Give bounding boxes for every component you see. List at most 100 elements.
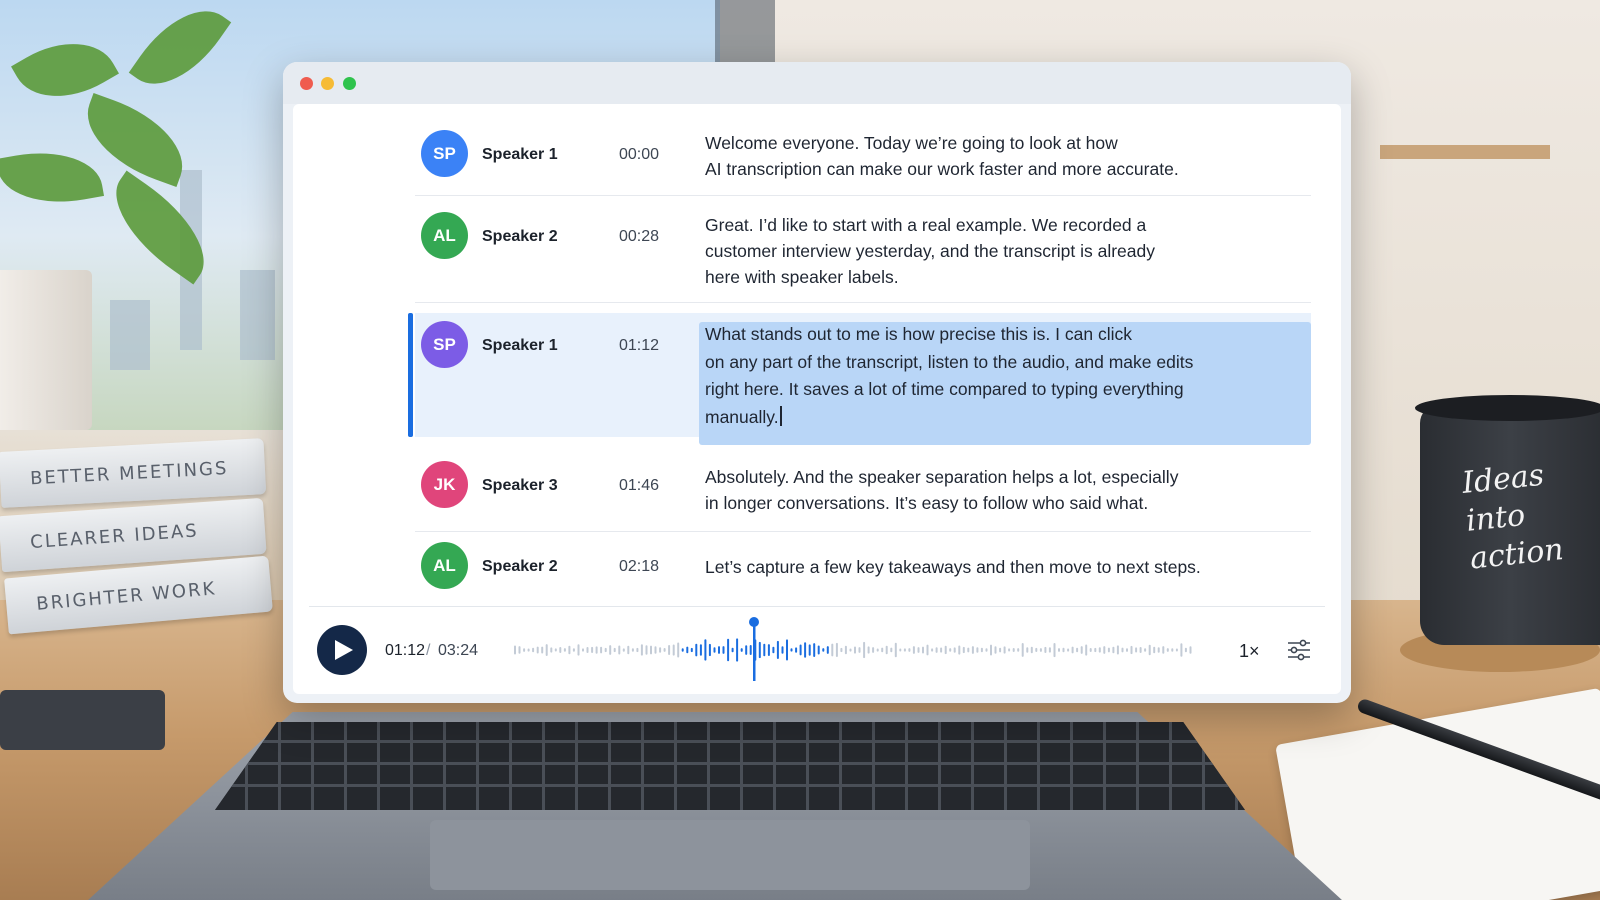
waveform-bar: [1107, 647, 1110, 653]
transcript-row-active[interactable]: SP Speaker 1 01:12 What stands out to me…: [408, 313, 1311, 445]
segment-text[interactable]: Welcome everyone. Today we’re going to l…: [705, 130, 1305, 182]
segment-timestamp[interactable]: 00:00: [619, 146, 659, 164]
waveform-bar: [1112, 646, 1115, 654]
waveform-bar: [1048, 647, 1051, 653]
waveform-bar: [582, 648, 584, 652]
transcript-row[interactable]: SP Speaker 1 00:00 Welcome everyone. Tod…: [415, 116, 1311, 196]
waveform-bar: [1126, 648, 1128, 652]
segment-text[interactable]: Absolutely. And the speaker separation h…: [705, 464, 1305, 516]
maximize-window-button[interactable]: [343, 77, 356, 90]
waveform-bar: [831, 643, 834, 657]
waveform-bar: [604, 647, 607, 653]
waveform-bar: [708, 643, 711, 657]
waveform-bar: [1058, 648, 1060, 652]
waveform-bar: [1071, 646, 1074, 654]
play-button[interactable]: [317, 625, 367, 675]
key-row-gap: [215, 784, 1245, 787]
waveform-bar: [654, 646, 657, 654]
waveform-bar: [536, 646, 539, 654]
waveform-bar: [840, 647, 843, 653]
waveform-bar: [776, 640, 779, 659]
minimize-window-button[interactable]: [321, 77, 334, 90]
waveform-bar: [518, 646, 521, 654]
waveform-bar: [740, 648, 743, 652]
waveform-bar: [713, 647, 716, 653]
transcript-row[interactable]: AL Speaker 2 00:28 Great. I’d like to st…: [415, 196, 1311, 303]
waveform-bar: [627, 645, 630, 655]
waveform-bar: [718, 646, 720, 654]
wall-shelf: [1380, 145, 1550, 159]
waveform-bar: [514, 645, 516, 655]
playback-speed-button[interactable]: 1×: [1239, 641, 1260, 662]
waveform-bar: [749, 645, 752, 655]
transcript-row[interactable]: JK Speaker 3 01:46 Absolutely. And the s…: [415, 447, 1311, 532]
waveform-bar: [699, 644, 702, 656]
waveform-bar: [894, 642, 897, 658]
segment-text-line: in longer conversations. It’s easy to fo…: [705, 493, 1149, 513]
waveform-bar: [681, 648, 684, 652]
waveform-bar: [903, 648, 906, 652]
waveform-bar: [817, 645, 820, 655]
segment-text-editor[interactable]: What stands out to me is how precise thi…: [705, 321, 1305, 431]
sliders-icon[interactable]: [1287, 639, 1311, 661]
close-window-button[interactable]: [300, 77, 313, 90]
waveform-bar: [668, 645, 671, 655]
segment-text[interactable]: Let’s capture a few key takeaways and th…: [705, 554, 1305, 580]
waveform-bar: [1130, 645, 1133, 655]
waveform-bar: [949, 648, 952, 652]
segment-timestamp[interactable]: 00:28: [619, 228, 659, 246]
waveform-bar: [912, 646, 915, 654]
speaker-avatar: AL: [421, 212, 468, 259]
waveform-bar: [690, 647, 693, 653]
waveform-bar: [935, 647, 938, 653]
waveform-bar: [958, 645, 961, 655]
mug-rim: [1415, 395, 1600, 421]
waveform-bar: [1035, 647, 1038, 652]
waveform-bar: [808, 644, 811, 656]
trackpad: [430, 820, 1030, 890]
waveform-bar: [990, 644, 992, 656]
segment-text-line: on any part of the transcript, listen to…: [705, 351, 1194, 372]
speaker-name: Speaker 1: [482, 146, 558, 163]
waveform-bar: [1076, 647, 1079, 653]
segment-timestamp[interactable]: 01:46: [619, 477, 659, 495]
waveform-bar: [1094, 647, 1097, 653]
waveform-bar: [595, 646, 598, 654]
waveform-bar: [545, 644, 548, 656]
waveform-bar: [908, 648, 911, 652]
transcript-row[interactable]: AL Speaker 2 02:18 Let’s capture a few k…: [415, 532, 1311, 606]
waveform-bar: [1039, 648, 1042, 652]
waveform-bar: [999, 647, 1002, 653]
audio-waveform-scrubber[interactable]: [504, 615, 1204, 685]
waveform-bar: [1153, 646, 1156, 654]
waveform-bar: [1080, 646, 1083, 654]
waveform-bar: [622, 648, 625, 652]
waveform-bar: [922, 646, 924, 654]
playhead-handle[interactable]: [749, 617, 759, 627]
waveform-bar: [600, 646, 603, 654]
waveform-bar: [645, 645, 648, 655]
segment-text-line: manually.: [705, 406, 779, 427]
waveform-bar: [813, 643, 816, 657]
waveform-bar: [976, 647, 979, 653]
waveform-bar: [1103, 646, 1106, 654]
waveform-bar: [1157, 647, 1160, 653]
waveform-bar: [1021, 643, 1024, 657]
segment-text[interactable]: Great. I’d like to start with a real exa…: [705, 212, 1305, 290]
waveform-bar: [609, 645, 612, 655]
segment-timestamp[interactable]: 02:18: [619, 558, 659, 576]
waveform-bar: [881, 647, 884, 653]
segment-text-line: right here. It saves a lot of time compa…: [705, 379, 1184, 399]
waveform-bar: [672, 644, 675, 656]
waveform-bar: [618, 645, 621, 655]
waveform-bar: [758, 641, 761, 659]
waveform-bar: [523, 648, 526, 652]
transcription-app-window: SP Speaker 1 00:00 Welcome everyone. Tod…: [283, 62, 1351, 703]
waveform-bar: [795, 647, 798, 653]
segment-timestamp[interactable]: 01:12: [619, 337, 659, 355]
plant-pot: [0, 270, 92, 430]
waveform-bar: [527, 648, 530, 652]
active-row-indicator: [408, 313, 413, 437]
waveform-bar: [613, 647, 616, 653]
playhead-line[interactable]: [753, 621, 756, 681]
